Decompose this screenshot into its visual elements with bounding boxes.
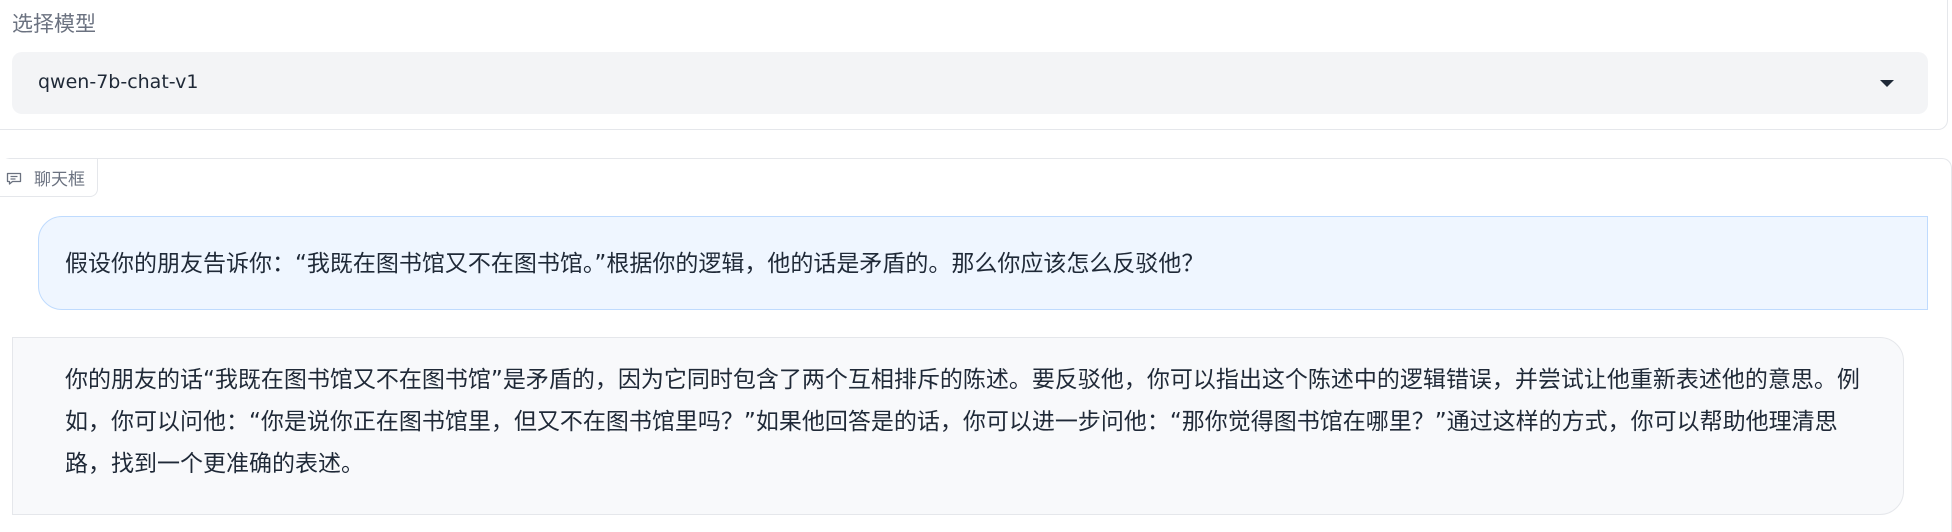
user-message-text: 假设你的朋友告诉你：“我既在图书馆又不在图书馆。”根据你的逻辑，他的话是矛盾的。…	[65, 251, 1205, 277]
chatbot-tab-label: 聊天框	[34, 170, 85, 190]
user-message: 假设你的朋友告诉你：“我既在图书馆又不在图书馆。”根据你的逻辑，他的话是矛盾的。…	[38, 216, 1928, 310]
model-selector-panel: 选择模型 qwen-7b-chat-v1	[0, 0, 1948, 130]
chatbot-panel: 聊天框 假设你的朋友告诉你：“我既在图书馆又不在图书馆。”根据你的逻辑，他的话是…	[0, 158, 1952, 532]
chevron-down-icon[interactable]	[1880, 80, 1894, 87]
assistant-message: 你的朋友的话“我既在图书馆又不在图书馆”是矛盾的，因为它同时包含了两个互相排斥的…	[12, 337, 1904, 515]
model-dropdown-value: qwen-7b-chat-v1	[38, 71, 199, 93]
assistant-message-text: 你的朋友的话“我既在图书馆又不在图书馆”是矛盾的，因为它同时包含了两个互相排斥的…	[65, 367, 1860, 477]
model-dropdown[interactable]: qwen-7b-chat-v1	[12, 52, 1928, 114]
chatbot-label-tab: 聊天框	[0, 159, 98, 197]
model-selector-label: 选择模型	[12, 12, 96, 36]
chat-bubble-icon	[6, 171, 22, 185]
